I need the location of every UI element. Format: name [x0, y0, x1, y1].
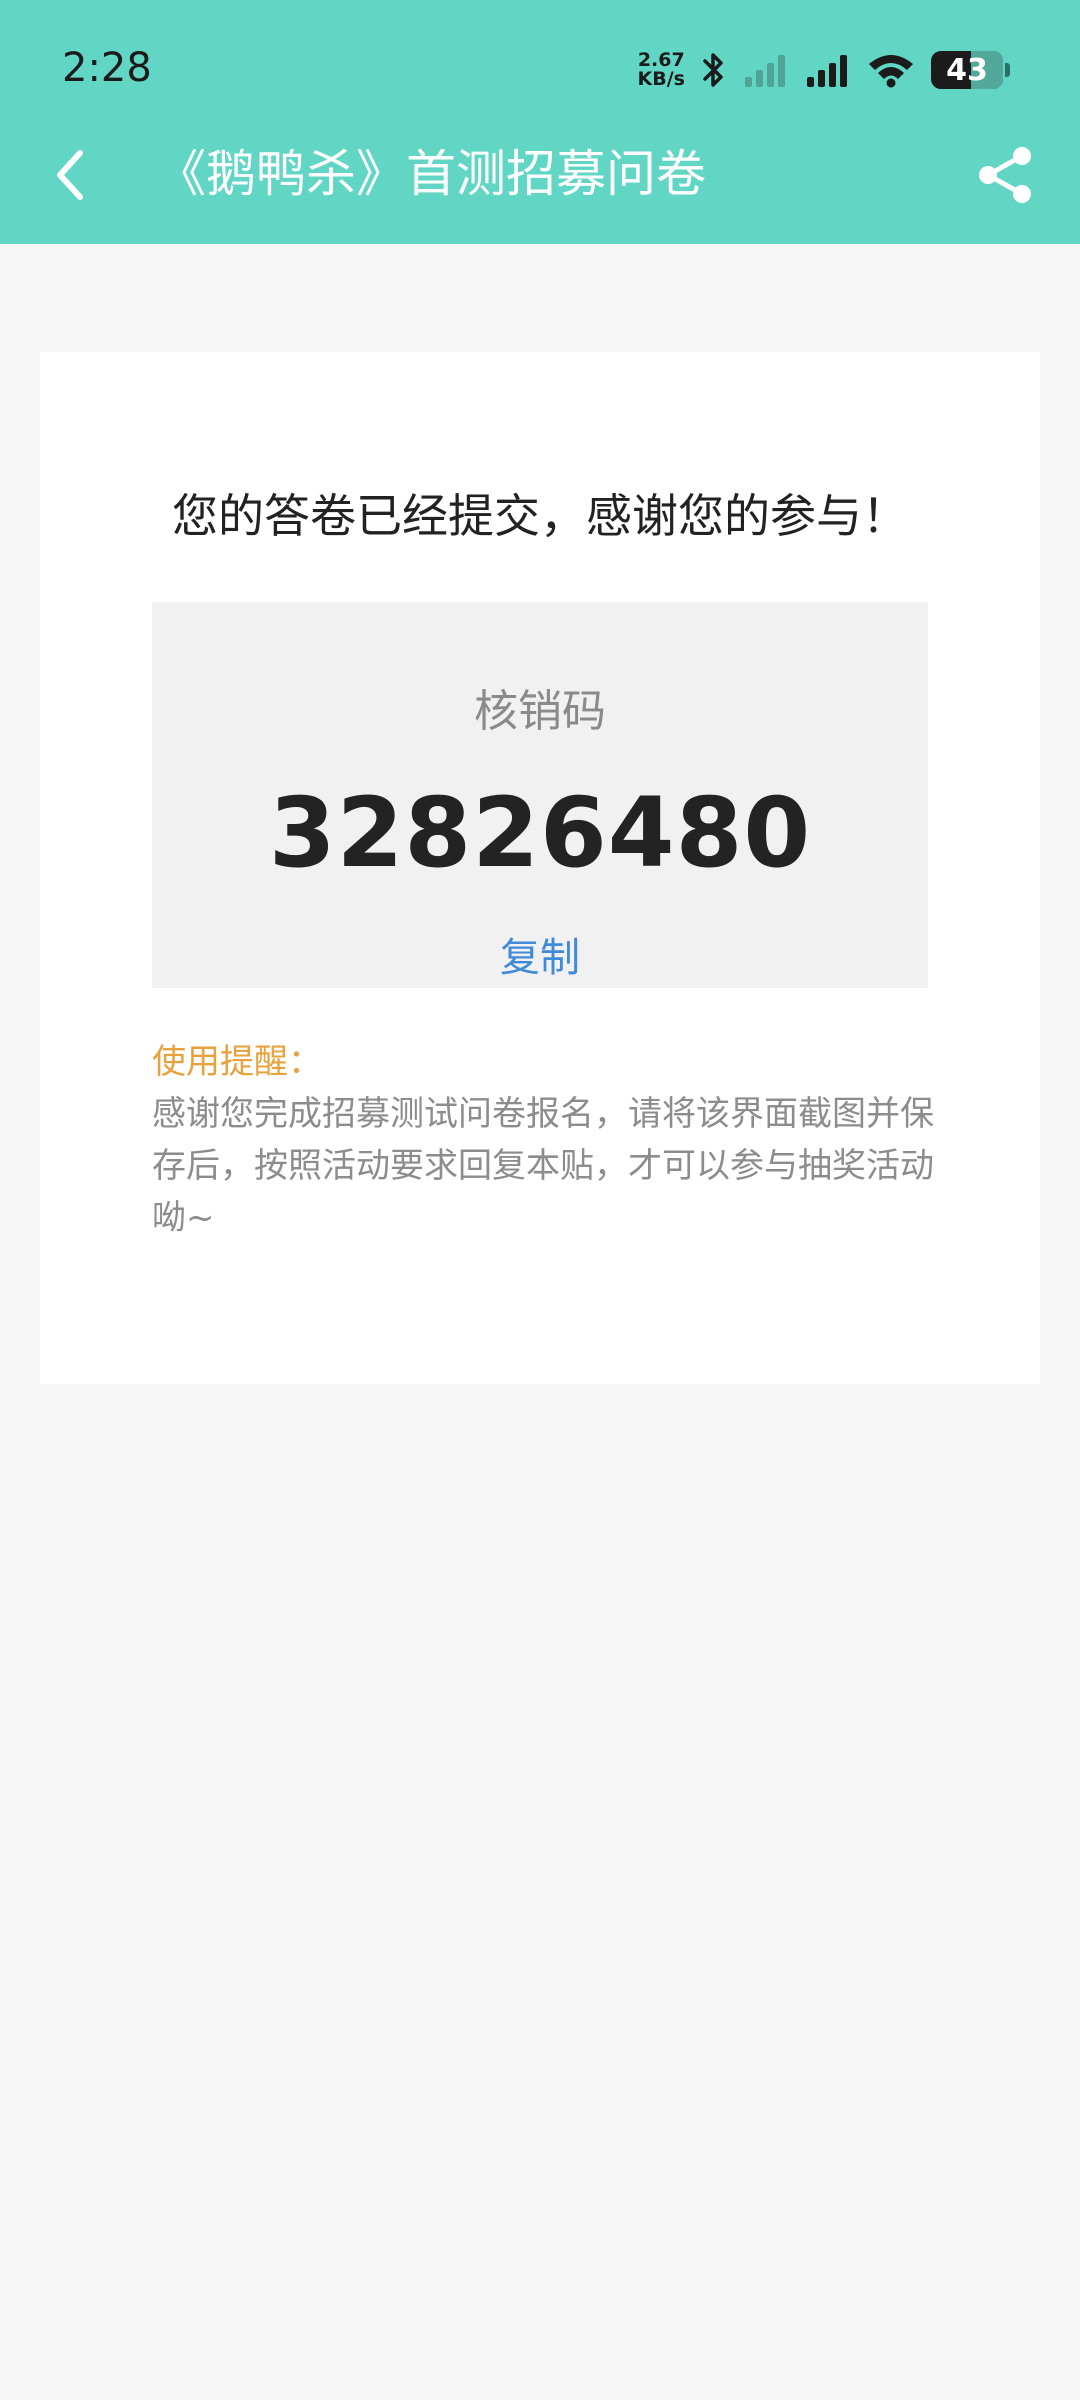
- bluetooth-icon: [701, 51, 727, 89]
- network-speed-unit: KB/s: [637, 68, 685, 90]
- network-speed: 2.67 KB/s: [638, 51, 685, 89]
- submission-message: 您的答卷已经提交，感谢您的参与！: [172, 489, 908, 543]
- redemption-code-box: 核销码 32826480 复制: [152, 602, 928, 988]
- back-arrow-icon: [57, 150, 83, 200]
- signal-icon: [805, 53, 851, 87]
- battery-nub: [1005, 63, 1010, 77]
- copy-button[interactable]: 复制: [152, 930, 928, 986]
- wifi-icon: [867, 52, 915, 88]
- page-title: 《鹅鸭杀》首测招募问卷: [156, 145, 706, 203]
- status-time: 2:28: [62, 45, 152, 91]
- battery-level: 43: [946, 52, 988, 88]
- signal-weak-icon: [743, 53, 789, 87]
- app-header: 2:28 2.67 KB/s 43 《鹅鸭杀》首测招募问卷: [0, 0, 1080, 244]
- redemption-code-value: 32826480: [268, 777, 812, 889]
- status-icons: 2.67 KB/s 43: [638, 44, 1010, 96]
- share-button[interactable]: [974, 144, 1036, 206]
- reminder-title: 使用提醒：: [152, 1042, 322, 1082]
- share-icon: [979, 147, 1031, 203]
- reminder-body: 感谢您完成招募测试问卷报名，请将该界面截图并保存后，按照活动要求回复本贴，才可以…: [152, 1094, 934, 1238]
- battery-icon: 43: [931, 51, 1003, 89]
- back-button[interactable]: [40, 140, 100, 210]
- result-card: 您的答卷已经提交，感谢您的参与！ 核销码 32826480 复制 使用提醒： 感…: [40, 352, 1040, 1384]
- redemption-code-label: 核销码: [474, 686, 606, 737]
